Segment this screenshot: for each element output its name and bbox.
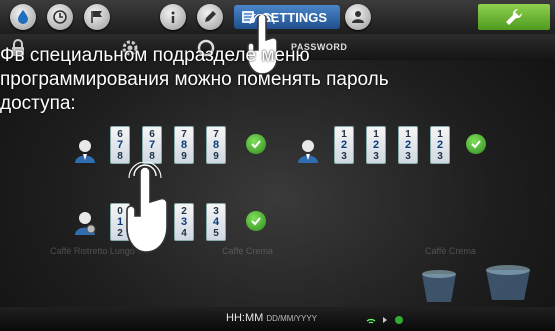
user-icon [298,140,318,163]
digit-next: 9 [181,150,187,162]
time-text: HH:MM [226,312,264,324]
password-digit[interactable]: 789 [174,126,194,164]
digit-current: 2 [436,138,444,151]
password-digit[interactable]: 123 [430,126,450,164]
digit-prev: 6 [149,128,155,140]
digit-current: 8 [212,138,220,151]
check-icon [251,140,261,149]
digit-next: 5 [213,227,219,239]
check-icon [471,140,481,149]
digit-next: 4 [181,227,187,239]
digit-next: 3 [341,150,347,162]
info-icon[interactable] [160,4,186,30]
status-icons [366,316,403,324]
password-digit[interactable]: 678 [110,126,130,164]
digit-next: 8 [149,150,155,162]
water-drop-icon[interactable] [10,4,36,30]
digit-current: 2 [404,138,412,151]
cup-image [422,270,456,302]
pencil-icon[interactable] [197,4,223,30]
wrench-icon [506,8,523,26]
password-digit[interactable]: 345 [206,203,226,241]
digit-next: 3 [373,150,379,162]
digit-prev: 6 [117,128,123,140]
password-digit[interactable]: 789 [206,126,226,164]
maintenance-tab[interactable] [478,4,550,30]
machine-screen: SETTINGS PASSWORD Caffè Ristretto Lungo … [0,0,555,331]
digit-current: 2 [372,138,380,151]
confirm-check-button[interactable] [246,211,266,231]
digit-current: 7 [148,138,156,151]
digit-current: 8 [180,138,188,151]
confirm-check-button[interactable] [246,134,266,154]
password-digit[interactable]: 123 [334,126,354,164]
clock-display: HH:MM DD/MM/YYYY [226,312,317,324]
check-icon [251,217,261,226]
digit-current: 4 [212,215,220,228]
confirm-check-button[interactable] [466,134,486,154]
caption-line: Фв специальном подразделе меню [0,45,310,66]
user-badge-icon[interactable] [345,4,371,30]
digit-next: 3 [405,150,411,162]
bg-product-label: Caffè Crema [425,246,476,256]
digit-current: 3 [180,215,188,228]
caption-line: программирования можно поменять пароль [0,69,389,90]
password-digit[interactable]: 123 [366,126,386,164]
digit-current: 2 [340,138,348,151]
technician-icon [75,212,96,235]
digit-prev: 3 [213,205,219,217]
password-digit[interactable]: 678 [142,126,162,164]
bg-product-label: Caffè Crema [222,246,273,256]
digit-current: 7 [116,138,124,151]
caption-line: доступа: [0,93,76,114]
digit-prev: 1 [341,128,347,140]
instruction-caption: Фв специальном подразделе меню программи… [0,44,555,116]
cup-image [486,265,530,300]
digit-prev: 7 [181,128,187,140]
digit-prev: 1 [373,128,379,140]
clock-icon[interactable] [47,4,73,30]
digit-prev: 1 [437,128,443,140]
user-icon [75,140,95,163]
flag-icon[interactable] [84,4,110,30]
digit-prev: 2 [181,205,187,217]
digit-next: 3 [437,150,443,162]
digit-prev: 7 [213,128,219,140]
password-digit[interactable]: 123 [398,126,418,164]
digit-next: 9 [213,150,219,162]
date-text: DD/MM/YYYY [266,314,318,323]
tap-hand-icon [126,162,168,253]
digit-next: 8 [117,150,123,162]
digit-prev: 1 [405,128,411,140]
